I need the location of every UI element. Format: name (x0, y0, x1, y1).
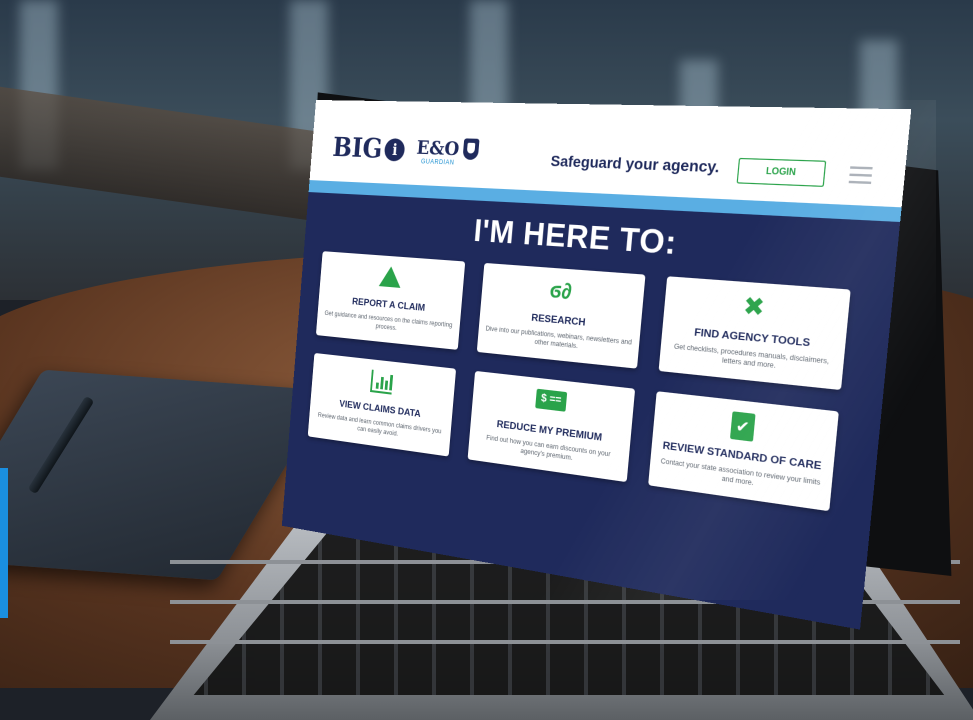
warning-icon (378, 265, 403, 288)
clipboard-check-icon: ✔ (729, 411, 756, 442)
card-agency-tools[interactable]: ✖ FIND AGENCY TOOLS Get checklists, proc… (658, 276, 851, 391)
shield-icon (462, 138, 480, 161)
card-research[interactable]: ϭ∂ RESEARCH Dive into our publications, … (476, 262, 646, 369)
website-screen: BIG i E&O GUARDIAN Safeguard your agency.… (281, 100, 912, 630)
blue-edge-strip (0, 468, 8, 618)
hero-section: I'M HERE TO: REPORT A CLAIM Get guidance… (281, 192, 901, 630)
big-i-logo[interactable]: BIG i (332, 133, 407, 166)
glasses-icon: ϭ∂ (548, 278, 573, 305)
money-icon: $ == (535, 388, 568, 412)
chart-icon (370, 369, 394, 395)
logo-big-text: BIG (331, 132, 384, 165)
eo-guardian-logo[interactable]: E&O (416, 137, 460, 160)
eo-guardian-subtitle: GUARDIAN (420, 159, 455, 167)
laptop-screen-area: BIG i E&O GUARDIAN Safeguard your agency.… (281, 100, 936, 630)
tagline: Safeguard your agency. (550, 151, 721, 176)
key-row-divider (170, 640, 960, 644)
card-report-claim[interactable]: REPORT A CLAIM Get guidance and resource… (315, 251, 466, 350)
logo-big-badge: i (384, 138, 406, 162)
hamburger-menu-icon[interactable] (848, 166, 873, 185)
card-claims-data[interactable]: VIEW CLAIMS DATA Review data and learn c… (307, 352, 457, 457)
tools-icon: ✖ (741, 291, 767, 322)
card-reduce-premium[interactable]: $ == REDUCE MY PREMIUM Find out how you … (467, 370, 636, 483)
login-button[interactable]: LOGIN (736, 157, 827, 187)
card-standard-of-care[interactable]: ✔ REVIEW STANDARD OF CARE Contact your s… (648, 391, 839, 512)
